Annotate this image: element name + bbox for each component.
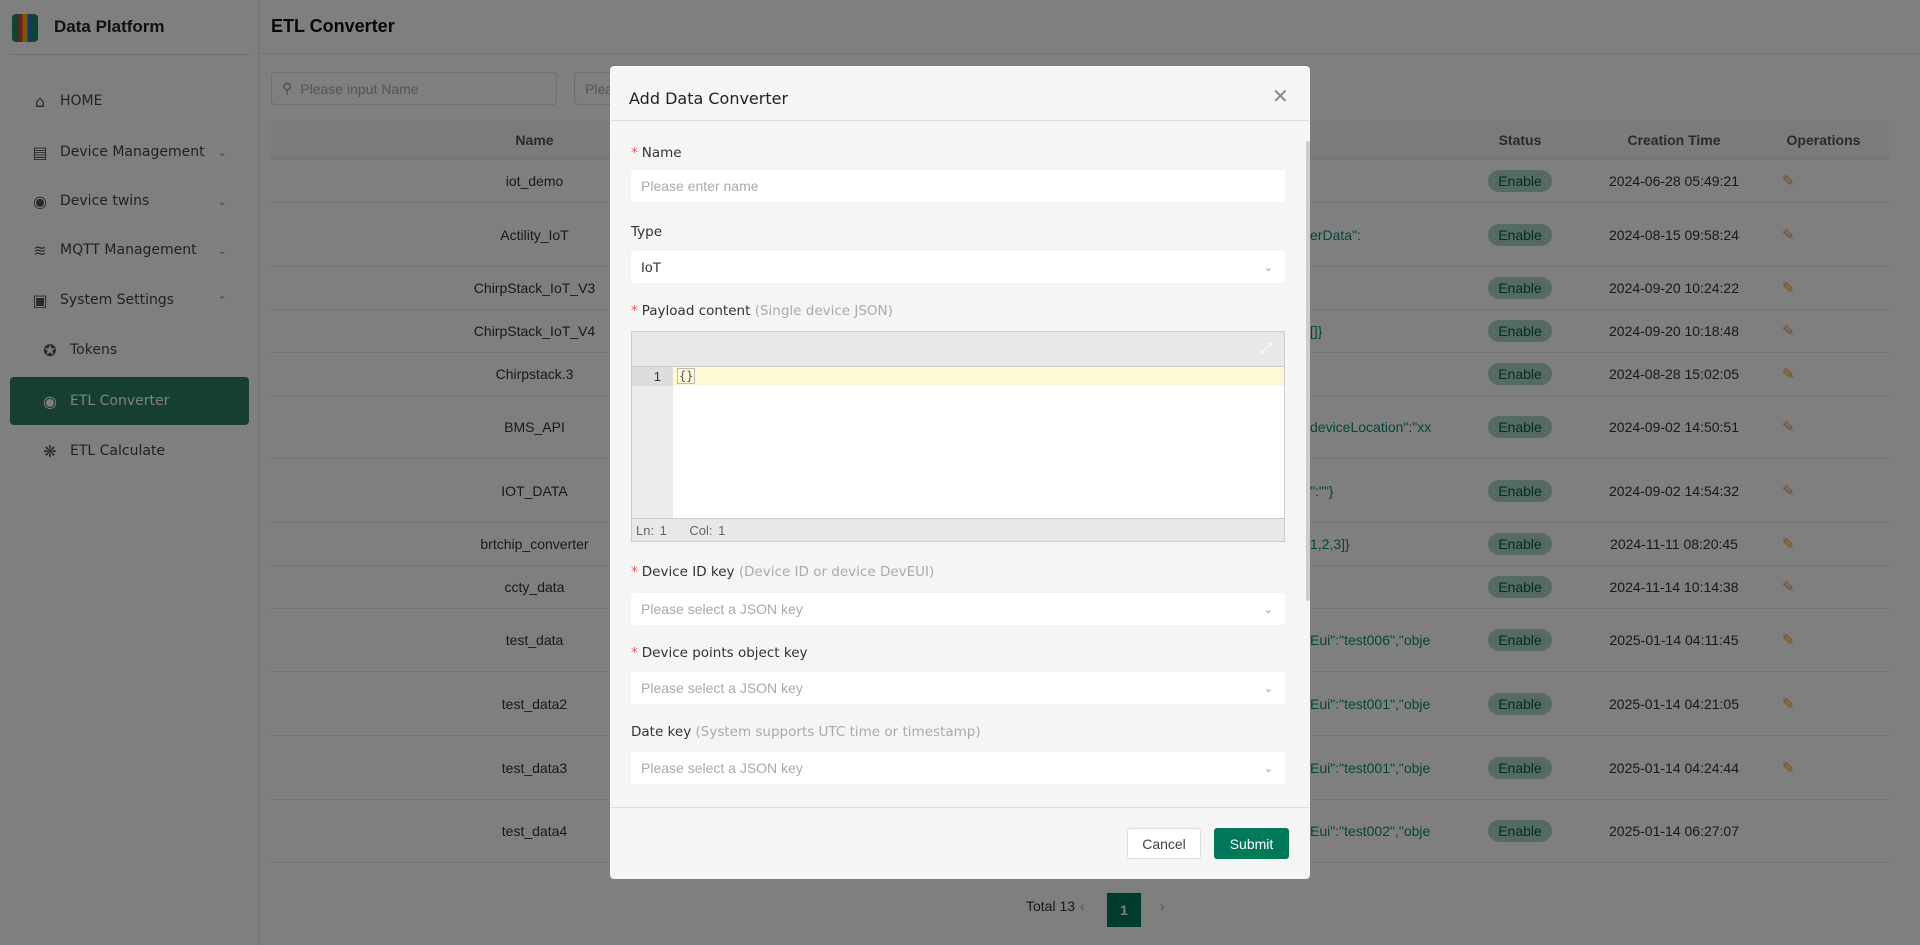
json-editor[interactable]: ⤢ 1 {} Ln: 1 Col: 1 xyxy=(631,331,1285,542)
type-select[interactable]: IoT ⌄ xyxy=(631,251,1285,283)
chevron-down-icon: ⌄ xyxy=(1263,682,1273,695)
date-key-label: Date key (System supports UTC time or ti… xyxy=(631,724,981,740)
line-number: 1 xyxy=(632,367,673,386)
editor-toolbar: ⤢ xyxy=(632,332,1284,367)
device-id-label: * Device ID key (Device ID or device DevE… xyxy=(631,564,935,580)
submit-button[interactable]: Submit xyxy=(1214,828,1289,859)
chevron-down-icon: ⌄ xyxy=(1263,762,1273,775)
divider xyxy=(610,807,1310,808)
dialog-title: Add Data Converter xyxy=(629,89,789,108)
name-label: * Name xyxy=(631,145,682,161)
device-id-select[interactable]: Please select a JSON key ⌄ xyxy=(631,593,1285,625)
close-icon[interactable]: ✕ xyxy=(1272,84,1289,109)
points-label: * Device points object key xyxy=(631,645,808,661)
active-line xyxy=(673,367,1284,386)
name-input[interactable]: Please enter name xyxy=(631,170,1285,202)
scrollbar[interactable] xyxy=(1306,141,1310,601)
add-converter-dialog: Add Data Converter ✕ * Name Please enter … xyxy=(610,66,1310,879)
editor-code[interactable]: {} xyxy=(677,368,696,384)
editor-status: Ln: 1 Col: 1 xyxy=(632,518,1284,541)
date-key-select[interactable]: Please select a JSON key ⌄ xyxy=(631,752,1285,784)
points-select[interactable]: Please select a JSON key ⌄ xyxy=(631,672,1285,704)
chevron-down-icon: ⌄ xyxy=(1263,261,1273,274)
type-label: Type xyxy=(631,224,663,240)
cancel-button[interactable]: Cancel xyxy=(1127,828,1201,859)
payload-label: * Payload content (Single device JSON) xyxy=(631,303,893,319)
fullscreen-icon[interactable]: ⤢ xyxy=(1260,340,1272,357)
chevron-down-icon: ⌄ xyxy=(1263,603,1273,616)
divider xyxy=(610,120,1310,121)
editor-gutter xyxy=(632,367,673,518)
